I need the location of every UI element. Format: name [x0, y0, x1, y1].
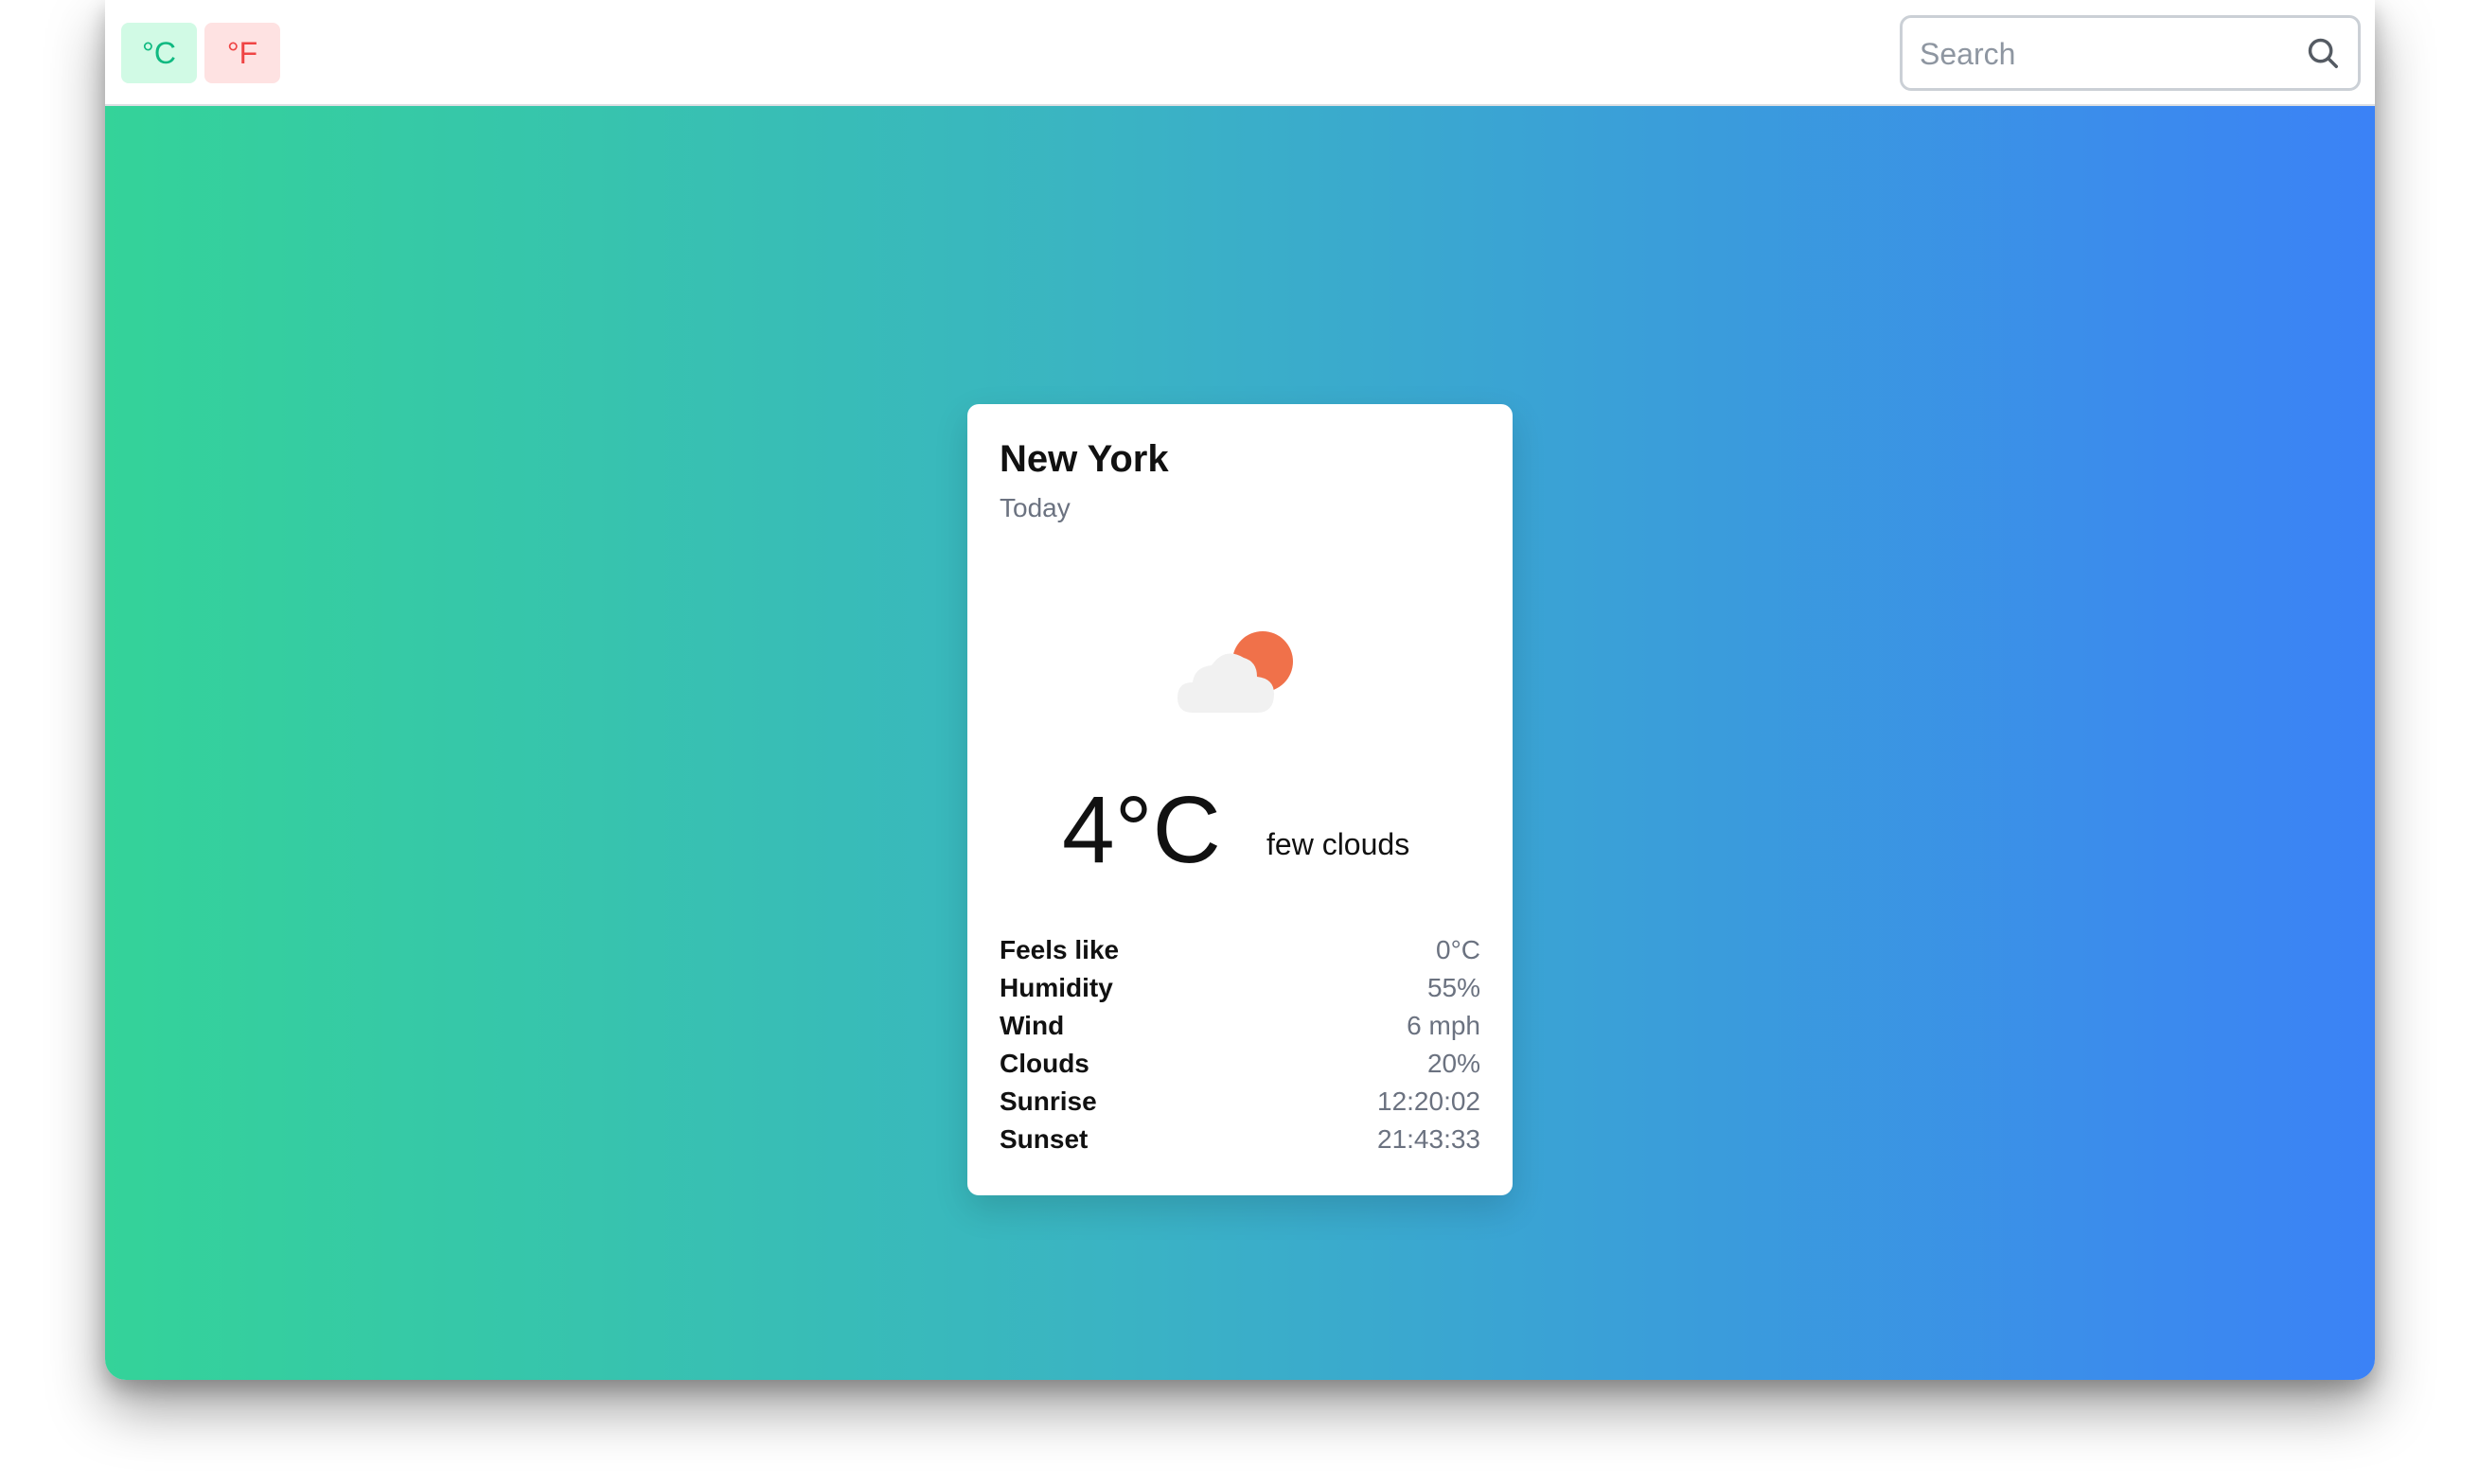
weather-stats: Feels like 0°C Humidity 55% Wind 6 mph C… [1000, 931, 1480, 1158]
stat-value: 6 mph [1407, 1011, 1480, 1040]
stat-label: Feels like [1000, 935, 1120, 964]
weather-condition: few clouds [1266, 827, 1410, 861]
app-window: °C °F New York Today 4°C few clouds Feel… [105, 0, 2375, 1380]
main-content: New York Today 4°C few clouds Feels like… [105, 106, 2375, 1380]
stat-row-clouds: Clouds 20% [1000, 1045, 1480, 1083]
fahrenheit-button[interactable]: °F [204, 23, 280, 83]
stat-row-humidity: Humidity 55% [1000, 969, 1480, 1007]
weather-card: New York Today 4°C few clouds Feels like… [967, 404, 1513, 1195]
stat-value: 20% [1426, 1049, 1480, 1078]
stat-row-wind: Wind 6 mph [1000, 1007, 1480, 1045]
temperature: 4°C [1062, 777, 1221, 883]
stat-row-sunrise: Sunrise 12:20:02 [1000, 1083, 1480, 1121]
stat-row-feels-like: Feels like 0°C [1000, 931, 1480, 969]
stat-value: 21:43:33 [1377, 1124, 1480, 1154]
stat-value: 55% [1426, 973, 1480, 1002]
celsius-button[interactable]: °C [121, 23, 197, 83]
stat-label: Clouds [1000, 1049, 1089, 1078]
few-clouds-icon [1178, 631, 1293, 713]
stat-value: 0°C [1436, 935, 1480, 964]
city-name: New York [1000, 438, 1169, 480]
stat-value: 12:20:02 [1377, 1086, 1480, 1116]
stat-label: Humidity [1000, 973, 1113, 1002]
stat-label: Sunset [1000, 1124, 1089, 1154]
day-label: Today [1000, 493, 1071, 522]
search-input[interactable] [1918, 18, 2291, 90]
search-box[interactable] [1900, 15, 2361, 91]
stat-label: Wind [1000, 1011, 1065, 1040]
stat-row-sunset: Sunset 21:43:33 [1000, 1121, 1480, 1158]
search-icon[interactable] [2305, 35, 2341, 71]
stat-label: Sunrise [1000, 1086, 1097, 1116]
top-bar: °C °F [105, 0, 2375, 106]
